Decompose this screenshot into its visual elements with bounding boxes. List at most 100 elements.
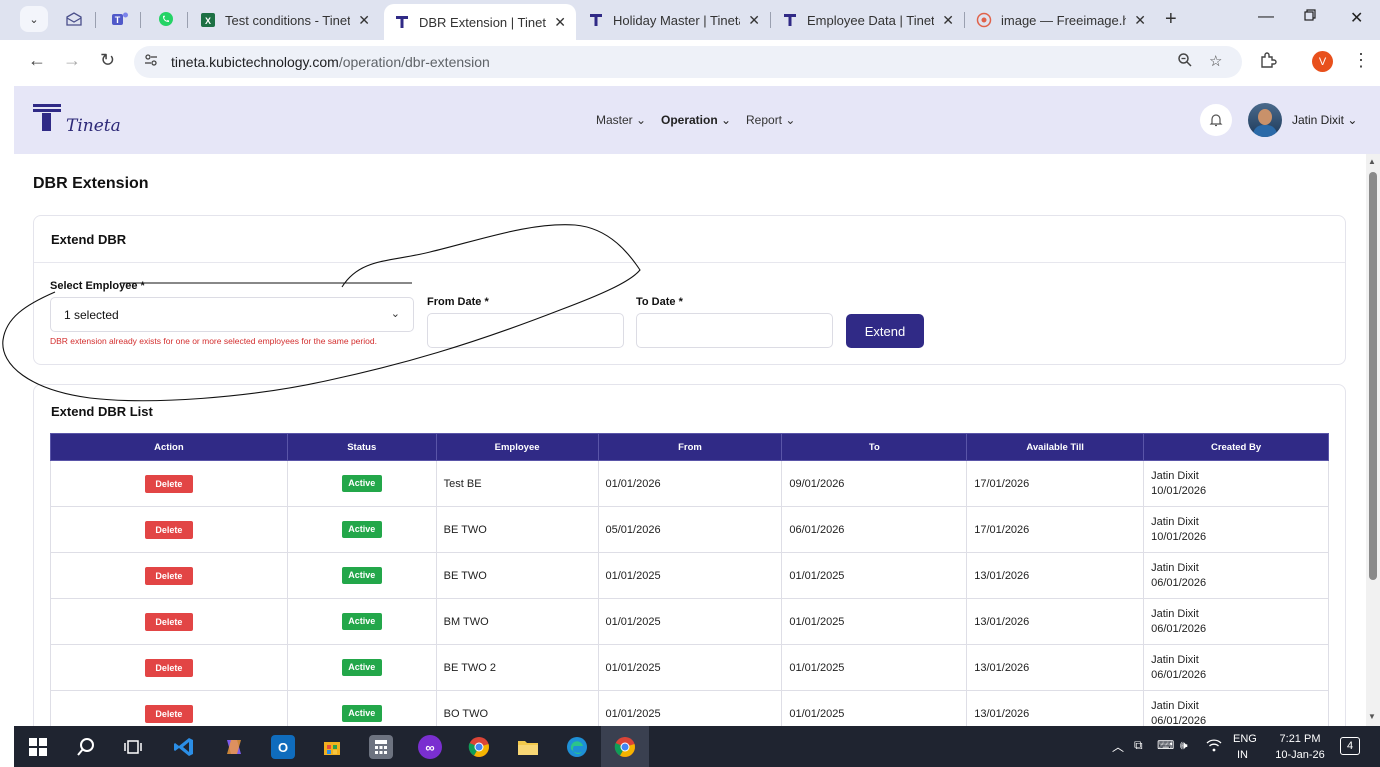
clipchamp-icon[interactable]: ∞ xyxy=(418,735,442,759)
calculator-icon[interactable] xyxy=(369,735,393,759)
tab-label: DBR Extension | Tineta xyxy=(419,14,547,30)
cell-to: 01/01/2025 xyxy=(781,598,968,645)
scroll-down-arrow-icon[interactable]: ▼ xyxy=(1368,712,1376,721)
tineta-logo-icon[interactable] xyxy=(33,104,63,139)
table-row: Delete Active BE TWO 05/01/2026 06/01/20… xyxy=(50,506,1329,553)
close-tab-icon[interactable]: ✕ xyxy=(358,12,370,29)
file-explorer-icon[interactable] xyxy=(516,735,540,759)
cell-employee: BE TWO 2 xyxy=(435,644,599,691)
minimize-icon[interactable]: — xyxy=(1258,8,1274,26)
search-icon[interactable] xyxy=(74,735,98,759)
site-settings-icon[interactable] xyxy=(144,53,158,70)
new-tab-icon[interactable]: + xyxy=(1165,8,1177,31)
cell-available-till: 17/01/2026 xyxy=(966,506,1145,553)
show-hidden-icons-icon[interactable]: ︿ xyxy=(1112,738,1124,755)
close-tab-icon[interactable]: ✕ xyxy=(1134,12,1146,29)
browser-tab-strip: ⌄ T X Test conditions - Tineta ✕ DBR Ext… xyxy=(0,0,1380,40)
scroll-thumb[interactable] xyxy=(1369,172,1377,580)
cell-available-till: 13/01/2026 xyxy=(966,598,1145,645)
menu-master[interactable]: Master ⌄ xyxy=(596,113,646,127)
close-tab-icon[interactable]: ✕ xyxy=(942,12,954,29)
column-header-status[interactable]: Status xyxy=(286,433,437,461)
menu-report[interactable]: Report ⌄ xyxy=(746,113,795,127)
meet-now-icon[interactable]: ⧉ xyxy=(1134,738,1143,753)
language-indicator[interactable]: ENG IN xyxy=(1233,731,1257,763)
chevron-down-icon: ⌄ xyxy=(785,113,796,127)
url-path: /operation/dbr-extension xyxy=(338,54,490,70)
volume-icon[interactable]: 🕪 xyxy=(1180,738,1188,753)
cell-from: 01/01/2025 xyxy=(597,552,783,599)
tab-separator xyxy=(187,12,188,28)
cell-employee: BE TWO xyxy=(435,506,599,553)
notification-center-icon[interactable]: 4 xyxy=(1340,737,1360,755)
task-view-icon[interactable] xyxy=(121,735,145,759)
user-menu[interactable]: Jatin Dixit ⌄ xyxy=(1292,113,1357,127)
pinned-teams-tab-icon[interactable]: T xyxy=(108,8,132,30)
chevron-down-icon: ⌄ xyxy=(1347,113,1358,127)
close-tab-icon[interactable]: ✕ xyxy=(554,14,566,31)
logo-text[interactable]: Tineta xyxy=(66,116,121,136)
vscode-icon[interactable] xyxy=(172,735,196,759)
browser-menu-icon[interactable]: ⋮ xyxy=(1352,50,1370,71)
tab-search-dropdown-icon[interactable]: ⌄ xyxy=(20,6,48,32)
cell-to: 09/01/2026 xyxy=(781,460,968,507)
notification-bell-icon[interactable] xyxy=(1200,104,1232,136)
clock[interactable]: 7:21 PM 10-Jan-26 xyxy=(1270,731,1330,763)
employee-select[interactable]: 1 selected ⌄ xyxy=(50,297,414,332)
column-header-to[interactable]: To xyxy=(781,433,968,461)
delete-button[interactable]: Delete xyxy=(144,658,193,677)
copilot-icon[interactable] xyxy=(222,735,246,759)
browser-tab-active[interactable]: DBR Extension | Tineta ✕ xyxy=(384,4,576,40)
reload-icon[interactable]: ↻ xyxy=(100,50,115,71)
browser-tab[interactable]: Holiday Master | Tineta ✕ xyxy=(578,4,770,36)
column-header-employee[interactable]: Employee xyxy=(435,433,599,461)
wifi-icon[interactable] xyxy=(1206,738,1222,755)
column-header-created-by[interactable]: Created By xyxy=(1143,433,1329,461)
extensions-icon[interactable] xyxy=(1259,51,1277,74)
address-bar[interactable]: tineta.kubictechnology.com/operation/dbr… xyxy=(134,46,1242,78)
avatar-body xyxy=(1253,125,1277,137)
extend-button[interactable]: Extend xyxy=(846,314,924,348)
column-header-from[interactable]: From xyxy=(597,433,783,461)
avatar-face xyxy=(1258,109,1272,125)
browser-tab[interactable]: image — Freeimage.ho ✕ xyxy=(966,4,1156,36)
close-tab-icon[interactable]: ✕ xyxy=(748,12,760,29)
column-header-available-till[interactable]: Available Till xyxy=(966,433,1145,461)
microsoft-store-icon[interactable] xyxy=(320,735,344,759)
delete-button[interactable]: Delete xyxy=(144,474,193,493)
back-arrow-icon[interactable]: ← xyxy=(28,50,46,71)
tineta-icon xyxy=(588,12,604,28)
input-method-icon[interactable]: ⌨ xyxy=(1157,738,1174,752)
browser-tab[interactable]: Employee Data | Tineta ✕ xyxy=(772,4,964,36)
bookmark-star-icon[interactable]: ☆ xyxy=(1209,52,1222,70)
cell-to: 01/01/2025 xyxy=(781,552,968,599)
chrome-icon[interactable] xyxy=(467,735,491,759)
windows-start-icon[interactable] xyxy=(26,735,50,759)
created-by-date: 06/01/2026 xyxy=(1151,668,1207,681)
edge-icon[interactable] xyxy=(565,735,589,759)
language-line2: IN xyxy=(1237,749,1248,761)
delete-button[interactable]: Delete xyxy=(144,612,193,631)
profile-avatar[interactable]: V xyxy=(1312,51,1333,72)
to-date-input[interactable] xyxy=(636,313,833,348)
chrome-active-icon[interactable] xyxy=(613,735,637,759)
page-scrollbar[interactable]: ▲ ▼ xyxy=(1366,154,1380,726)
pinned-whatsapp-tab-icon[interactable] xyxy=(154,8,178,30)
zoom-icon[interactable] xyxy=(1177,52,1193,72)
browser-tab[interactable]: X Test conditions - Tineta ✕ xyxy=(190,4,380,36)
outlook-icon[interactable]: O xyxy=(271,735,295,759)
clock-date: 10-Jan-26 xyxy=(1275,749,1325,761)
from-date-input[interactable] xyxy=(427,313,624,348)
close-window-icon[interactable]: ✕ xyxy=(1350,8,1363,28)
menu-operation[interactable]: Operation ⌄ xyxy=(661,113,731,127)
column-header-action[interactable]: Action xyxy=(50,433,288,461)
delete-button[interactable]: Delete xyxy=(144,566,193,585)
scroll-up-arrow-icon[interactable]: ▲ xyxy=(1368,157,1376,166)
status-badge: Active xyxy=(341,659,382,676)
delete-button[interactable]: Delete xyxy=(144,520,193,539)
user-avatar[interactable] xyxy=(1248,103,1282,137)
restore-icon[interactable] xyxy=(1304,8,1316,26)
delete-button[interactable]: Delete xyxy=(144,704,193,723)
forward-arrow-icon[interactable]: → xyxy=(63,50,81,71)
pinned-mail-tab-icon[interactable] xyxy=(62,8,86,30)
